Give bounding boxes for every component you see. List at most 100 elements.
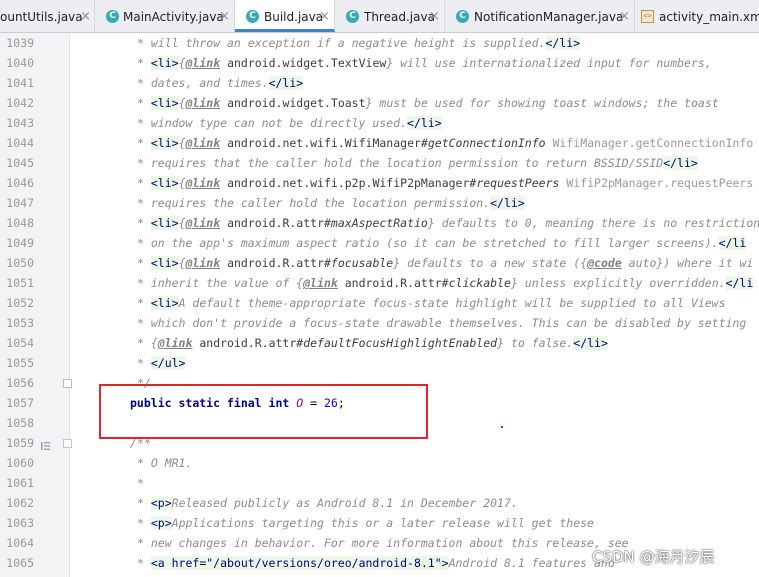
line-number: 1056 (6, 376, 34, 390)
comment-text: * which don't provide a focus-state draw… (137, 316, 747, 330)
line-number: 1043 (6, 116, 34, 130)
code-line-1061: * (137, 473, 144, 493)
class-icon: C (106, 10, 119, 23)
comment-text: } (497, 336, 505, 350)
html-tag: <li> (150, 296, 179, 310)
code-line-1040: * <li>{@link android.widget.TextView} wi… (137, 53, 712, 73)
tab-label: NotificationManager.java (474, 10, 624, 24)
code-line-1049: * on the app's maximum aspect ratio (so … (137, 233, 747, 253)
tab-activity-main-xml[interactable]: <> activity_main.xml (635, 0, 759, 32)
javadoc-tag: @link (185, 136, 221, 150)
html-tag: </li> (545, 36, 581, 50)
comment-text: } (427, 216, 435, 230)
comment-text: * (137, 556, 151, 570)
tab-thread[interactable]: C Thread.java × (335, 0, 445, 32)
close-icon[interactable]: × (429, 0, 440, 32)
comment-text: { (178, 96, 186, 110)
line-number: 1051 (6, 276, 34, 290)
comment-text: must be used for showing toast windows; … (372, 96, 719, 110)
comment-text: to false. (504, 336, 574, 350)
code-line-1062: * <p>Released publicly as Android 8.1 in… (137, 493, 518, 513)
tab-build-java[interactable]: C Build.java × (235, 0, 335, 32)
line-number-gutter: 1039 1040 1041 1042 1043 1044 1045 1046 … (0, 33, 72, 577)
comment-text: auto}) where it wi (621, 256, 754, 270)
code-line-1045: * requires that the caller hold the loca… (137, 153, 698, 173)
code-line-1044: * <li>{@link android.net.wifi.WifiManage… (137, 133, 753, 153)
javadoc-reference: android.net.wifi.p2p.WifiP2pManager (227, 176, 470, 190)
html-tag: <p> (150, 496, 172, 510)
comment-text: * dates, and times. (137, 76, 269, 90)
line-number: 1058 (6, 416, 34, 430)
line-number: 1062 (6, 496, 34, 510)
code-line-1065: * <a href="/about/versions/oreo/android-… (137, 553, 615, 573)
doc-comment-gutter-icon[interactable] (41, 438, 50, 450)
javadoc-tag: @link (185, 96, 221, 110)
line-number: 1059 (6, 436, 34, 450)
line-number: 1047 (6, 196, 34, 210)
comment-text: * will throw an exception if a negative … (137, 36, 546, 50)
tab-notificationmanager[interactable]: C NotificationManager.java × (445, 0, 635, 32)
close-icon[interactable]: × (319, 0, 330, 32)
javadoc-reference: android.net.wifi.WifiManager (227, 136, 421, 150)
comment-text: * (137, 516, 151, 530)
tab-label: activity_main.xml (659, 10, 759, 24)
comment-text: * (137, 496, 151, 510)
class-icon: C (246, 10, 259, 23)
tab-mainactivity[interactable]: C MainActivity.java × (95, 0, 235, 32)
comment-text: * (137, 296, 151, 310)
code-line-1060: * O MR1. (137, 453, 192, 473)
comment-text: * requires that the caller hold the loca… (137, 156, 664, 170)
close-icon[interactable]: × (80, 0, 91, 32)
editor-tab-bar: ountUtils.java × C MainActivity.java × C… (0, 0, 759, 33)
comment-text: A default theme-appropriate focus-state … (178, 296, 726, 310)
javadoc-reference: android.R.attr (199, 336, 297, 350)
line-number: 1064 (6, 536, 34, 550)
line-number: 1052 (6, 296, 34, 310)
javadoc-member: #focusable (324, 256, 394, 270)
comment-text: { (178, 136, 186, 150)
comment-text: * (137, 136, 151, 150)
javadoc-tag: @link (303, 276, 338, 290)
comment-text: * on the app's maximum aspect ratio (so … (137, 236, 719, 250)
comment-text: { (178, 176, 186, 190)
line-number: 1049 (6, 236, 34, 250)
comment-text: defaults to 0, meaning there is no restr… (434, 216, 759, 230)
comment-text: * window type can not be directly used. (137, 116, 408, 130)
code-line-1042: * <li>{@link android.widget.Toast} must … (137, 93, 719, 113)
class-icon: C (456, 10, 469, 23)
code-line-1052: * <li>A default theme-appropriate focus-… (137, 293, 726, 313)
html-tag: </li> (268, 76, 304, 90)
comment-text: * (137, 216, 151, 230)
javadoc-member: #requestPeers (469, 176, 560, 190)
annotation-dot (501, 426, 503, 428)
html-tag: </li> (573, 336, 608, 350)
comment-text: } (510, 276, 518, 290)
close-icon[interactable]: × (619, 0, 630, 32)
comment-text: * (137, 176, 151, 190)
code-line-1050: * <li>{@link android.R.attr#focusable} d… (137, 253, 753, 273)
comment-text: defaults to a new state ({ (400, 256, 588, 270)
comment-text: * { (137, 336, 158, 350)
javadoc-reference: android.R.attr (227, 216, 324, 230)
html-tag: <li> (150, 256, 179, 270)
tab-countutils[interactable]: ountUtils.java × (0, 0, 95, 32)
comment-text (338, 276, 345, 290)
html-tag: <li> (150, 176, 179, 190)
code-line-1051: * inherit the value of {@link android.R.… (137, 273, 754, 293)
code-line-1064: * new changes in behavior. For more info… (137, 533, 629, 553)
html-tag: <li> (150, 136, 179, 150)
code-line-1041: * dates, and times.</li> (137, 73, 304, 93)
line-number: 1046 (6, 176, 34, 190)
comment-text: unless explicitly overridden. (517, 276, 726, 290)
tab-label: MainActivity.java (123, 10, 224, 24)
line-number: 1039 (6, 36, 34, 50)
javadoc-member: #maxAspectRatio (324, 216, 428, 230)
code-line-1039: * will throw an exception if a negative … (137, 33, 581, 53)
annotation-highlight-box (99, 384, 428, 439)
code-editor[interactable]: * will throw an exception if a negative … (70, 33, 759, 577)
close-icon[interactable]: × (219, 0, 230, 32)
javadoc-tag: @link (185, 216, 221, 230)
html-tag: <a href="/about/versions/oreo/android-8.… (150, 556, 449, 570)
comment-text: * new changes in behavior. For more info… (137, 536, 629, 550)
code-line-1046: * <li>{@link android.net.wifi.p2p.WifiP2… (137, 173, 753, 193)
